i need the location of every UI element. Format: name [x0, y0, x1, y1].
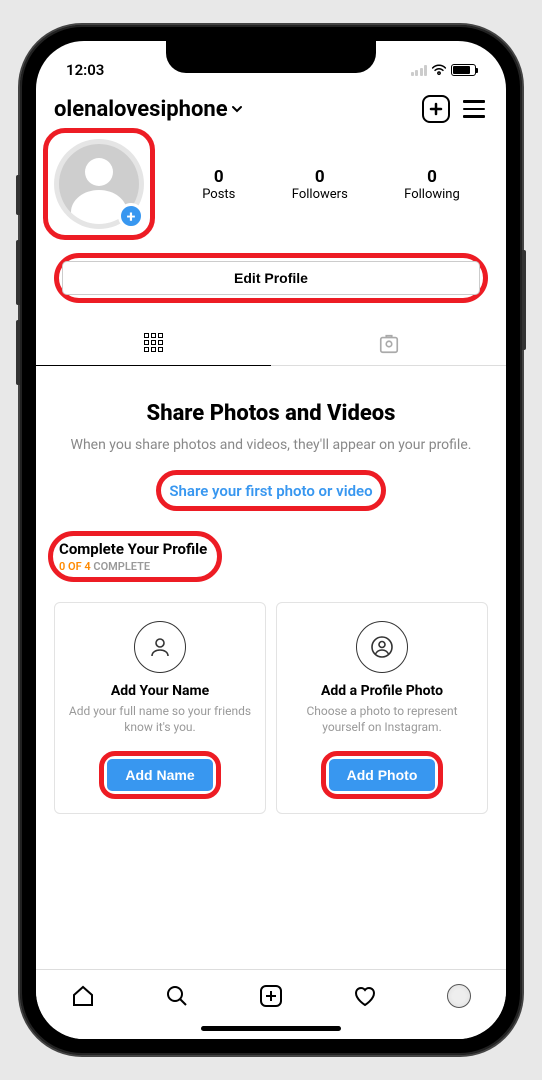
- complete-profile-title: Complete Your Profile: [59, 540, 207, 558]
- add-name-button[interactable]: Add Name: [107, 759, 212, 791]
- highlight-avatar: +: [43, 128, 155, 240]
- share-first-link[interactable]: Share your first photo or video: [169, 482, 372, 500]
- posts-stat[interactable]: 0 Posts: [202, 167, 235, 202]
- highlight-share-link: Share your first photo or video: [156, 470, 385, 511]
- add-photo-button[interactable]: Add Photo: [329, 759, 436, 791]
- following-stat[interactable]: 0 Following: [404, 167, 460, 202]
- wifi-icon: [431, 64, 447, 76]
- card-add-name-title: Add Your Name: [65, 683, 255, 699]
- highlight-complete-profile: Complete Your Profile 0 OF 4 COMPLETE: [48, 531, 222, 582]
- following-label: Following: [404, 187, 460, 202]
- card-add-name: Add Your Name Add your full name so your…: [54, 602, 266, 814]
- edit-profile-button[interactable]: Edit Profile: [62, 261, 480, 295]
- phone-frame: 12:03 olenalovesiphone: [20, 25, 522, 1055]
- posts-count: 0: [202, 167, 235, 187]
- plus-square-icon: [258, 983, 284, 1009]
- complete-profile-progress: 0 OF 4 COMPLETE: [59, 560, 207, 573]
- empty-subtitle: When you share photos and videos, they'l…: [66, 436, 476, 456]
- followers-label: Followers: [292, 187, 348, 202]
- profile-header: olenalovesiphone: [36, 87, 506, 131]
- nav-new-post[interactable]: [257, 982, 285, 1010]
- nav-profile[interactable]: [445, 982, 473, 1010]
- username-dropdown[interactable]: olenalovesiphone: [54, 97, 412, 122]
- highlight-add-photo: Add Photo: [321, 751, 444, 799]
- followers-count: 0: [292, 167, 348, 187]
- profile-summary: + 0 Posts 0 Followers 0 Following: [36, 131, 506, 241]
- status-time: 12:03: [66, 61, 104, 79]
- menu-button[interactable]: [460, 95, 488, 123]
- chevron-down-icon: [230, 102, 244, 116]
- battery-icon: [451, 64, 476, 76]
- username-text: olenalovesiphone: [54, 97, 228, 122]
- posts-label: Posts: [202, 187, 235, 202]
- empty-state: Share Photos and Videos When you share p…: [36, 366, 506, 531]
- profile-photo-icon: [356, 621, 408, 673]
- nav-avatar-icon: [447, 984, 471, 1008]
- signal-icon: [411, 65, 428, 76]
- nav-search[interactable]: [163, 982, 191, 1010]
- complete-cards: Add Your Name Add your full name so your…: [36, 592, 506, 824]
- empty-title: Share Photos and Videos: [66, 401, 476, 426]
- card-add-photo-title: Add a Profile Photo: [287, 683, 477, 699]
- search-icon: [164, 983, 190, 1009]
- card-add-name-subtitle: Add your full name so your friends know …: [65, 703, 255, 737]
- nav-activity[interactable]: [351, 982, 379, 1010]
- nav-home[interactable]: [69, 982, 97, 1010]
- card-add-photo: Add a Profile Photo Choose a photo to re…: [276, 602, 488, 814]
- home-icon: [70, 983, 96, 1009]
- highlight-edit-profile: Edit Profile: [54, 253, 488, 303]
- card-add-photo-subtitle: Choose a photo to represent yourself on …: [287, 703, 477, 737]
- avatar-button[interactable]: +: [54, 139, 144, 229]
- followers-stat[interactable]: 0 Followers: [292, 167, 348, 202]
- grid-icon: [144, 333, 163, 355]
- new-post-button[interactable]: [422, 95, 450, 123]
- tab-grid[interactable]: [36, 323, 271, 366]
- person-icon: [134, 621, 186, 673]
- tab-tagged[interactable]: [271, 323, 506, 366]
- following-count: 0: [404, 167, 460, 187]
- profile-tabs: [36, 323, 506, 366]
- heart-icon: [352, 983, 378, 1009]
- home-indicator: [201, 1026, 341, 1031]
- highlight-add-name: Add Name: [99, 751, 220, 799]
- tagged-icon: [378, 333, 400, 355]
- add-story-badge-icon: +: [118, 203, 144, 229]
- notch: [166, 41, 376, 73]
- screen: 12:03 olenalovesiphone: [36, 41, 506, 1039]
